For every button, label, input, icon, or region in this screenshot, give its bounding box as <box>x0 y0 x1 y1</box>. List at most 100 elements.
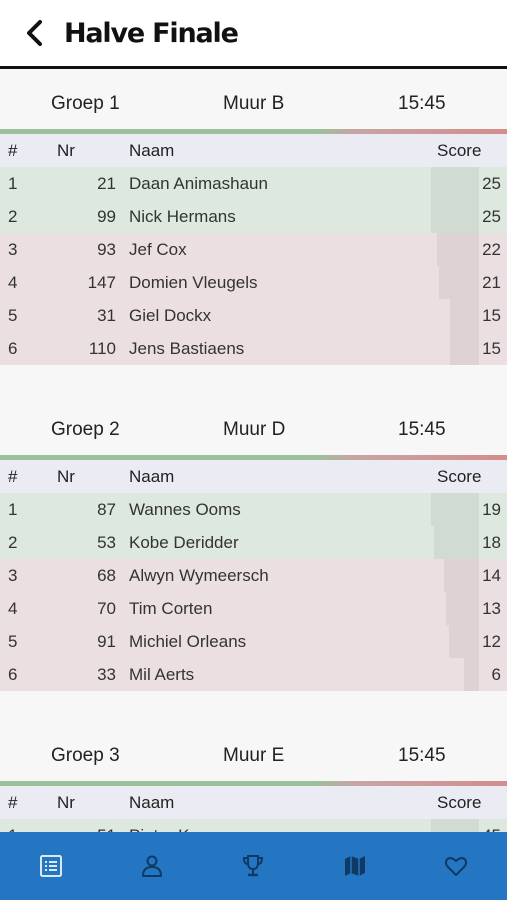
score-bar <box>464 658 479 691</box>
col-nr-header: Nr <box>57 793 75 812</box>
row-name: Mil Aerts <box>129 665 195 684</box>
score-bar <box>431 167 479 200</box>
row-name: Michiel Orleans <box>129 632 247 651</box>
row-rank: 4 <box>8 273 18 292</box>
nav-profile[interactable] <box>122 836 182 896</box>
app-header: Halve Finale <box>0 0 507 69</box>
row-nr: 31 <box>97 306 116 325</box>
col-score-header: Score <box>437 467 482 486</box>
row-name: Giel Dockx <box>129 306 212 325</box>
nav-map[interactable] <box>325 836 385 896</box>
row-nr: 70 <box>97 599 116 618</box>
table-row[interactable]: 2 53 Kobe Deridder 18 <box>0 526 507 559</box>
row-nr: 99 <box>97 207 116 226</box>
row-rank: 5 <box>8 306 18 325</box>
group-name: Groep 3 <box>51 745 120 766</box>
row-name: Wannes Ooms <box>129 500 241 519</box>
col-nr-header: Nr <box>57 467 75 486</box>
row-nr: 87 <box>97 500 116 519</box>
row-rank: 6 <box>8 339 18 358</box>
group-section: Groep 3 Muur E 15:45 # Nr Naam Score 151Pieter … <box>0 721 507 832</box>
row-name: Alwyn Wymeersch <box>129 566 269 585</box>
table-row[interactable]: 3 93 Jef Cox 22 <box>0 233 507 266</box>
table-row[interactable]: 6 110 Jens Bastiaens 15 <box>0 332 507 365</box>
row-name: Kobe Deridder <box>129 533 239 552</box>
row-name: Tim Corten <box>129 599 213 618</box>
row-rank: 1 <box>8 500 18 519</box>
row-score: 45 <box>482 826 501 832</box>
table-row[interactable]: 6 33 Mil Aerts 6 <box>0 658 507 691</box>
row-name: Jens Bastiaens <box>129 339 245 358</box>
table-header-row: # Nr Naam Score <box>0 134 507 167</box>
table-header-row: # Nr Naam Score <box>0 460 507 493</box>
table-row[interactable]: 5 31 Giel Dockx 15 <box>0 299 507 332</box>
row-nr: 33 <box>97 665 116 684</box>
row-score: 15 <box>482 339 501 358</box>
score-bar <box>444 559 479 592</box>
table-row[interactable]: 3 68 Alwyn Wymeersch 14 <box>0 559 507 592</box>
map-icon <box>344 856 365 876</box>
row-score: 18 <box>482 533 501 552</box>
table-row[interactable]: 4 147 Domien Vleugels 21 <box>0 266 507 299</box>
table-row[interactable]: 4 70 Tim Corten 13 <box>0 592 507 625</box>
row-nr: 147 <box>87 273 116 292</box>
row-rank: 2 <box>8 207 18 226</box>
score-bar <box>449 625 479 658</box>
row-score: 19 <box>482 500 501 519</box>
row-score: 25 <box>482 174 501 193</box>
row-nr: 21 <box>97 174 116 193</box>
heart-icon <box>445 857 468 876</box>
row-score: 21 <box>482 273 501 292</box>
col-rank-header: # <box>8 141 18 160</box>
row-name: Jef Cox <box>129 240 187 259</box>
table-row[interactable]: 5 91 Michiel Orleans 12 <box>0 625 507 658</box>
col-name-header: Naam <box>129 141 175 160</box>
group-wall: Muur E <box>223 745 285 766</box>
nav-schedule[interactable] <box>21 836 81 896</box>
row-rank: 3 <box>8 240 18 259</box>
row-nr: 93 <box>97 240 116 259</box>
table-row[interactable]: 2 99 Nick Hermans 25 <box>0 200 507 233</box>
table-row[interactable]: 151Pieter Keppens45 <box>0 819 507 832</box>
col-score-header: Score <box>437 141 482 160</box>
table-row[interactable]: 1 87 Wannes Ooms 19 <box>0 493 507 526</box>
score-bar <box>437 233 479 266</box>
score-bar <box>446 592 479 625</box>
col-name-header: Naam <box>129 467 175 486</box>
table-header-row: # Nr Naam Score <box>0 786 507 819</box>
row-score: 13 <box>482 599 501 618</box>
row-rank: 2 <box>8 533 18 552</box>
score-bar <box>450 332 479 365</box>
page-title: Halve Finale <box>64 17 239 49</box>
groups-list[interactable]: Groep 1 Muur B 15:45 # Nr Naam Score 1 21 Daan An… <box>0 69 507 832</box>
group-wall: Muur B <box>223 93 285 114</box>
group-spacer <box>0 365 507 395</box>
group-wall: Muur D <box>223 419 286 440</box>
row-score: 6 <box>491 665 501 684</box>
table-row[interactable]: 1 21 Daan Animashaun 25 <box>0 167 507 200</box>
row-score: 14 <box>482 566 501 585</box>
score-bar <box>439 266 479 299</box>
col-name-header: Naam <box>129 793 175 812</box>
row-rank: 6 <box>8 665 18 684</box>
col-rank-header: # <box>8 793 18 812</box>
col-rank-header: # <box>8 467 18 486</box>
back-arrow-icon[interactable] <box>20 18 50 48</box>
row-rank: 4 <box>8 599 18 618</box>
user-icon <box>142 855 163 877</box>
group-header: Groep 2 Muur D 15:45 <box>0 395 507 455</box>
group-time: 15:45 <box>398 93 446 114</box>
score-bar <box>431 493 479 526</box>
group-spacer <box>0 691 507 721</box>
nav-results[interactable] <box>223 836 283 896</box>
score-bar <box>434 526 479 559</box>
score-bar <box>450 299 479 332</box>
row-name: Domien Vleugels <box>129 273 258 292</box>
group-header: Groep 3 Muur E 15:45 <box>0 721 507 781</box>
row-rank: 3 <box>8 566 18 585</box>
nav-favorites[interactable] <box>426 836 486 896</box>
row-nr: 68 <box>97 566 116 585</box>
col-score-header: Score <box>437 793 482 812</box>
row-nr: 110 <box>88 339 116 358</box>
group-section: Groep 2 Muur D 15:45 # Nr Naam Score 1 87 Wannes … <box>0 395 507 721</box>
